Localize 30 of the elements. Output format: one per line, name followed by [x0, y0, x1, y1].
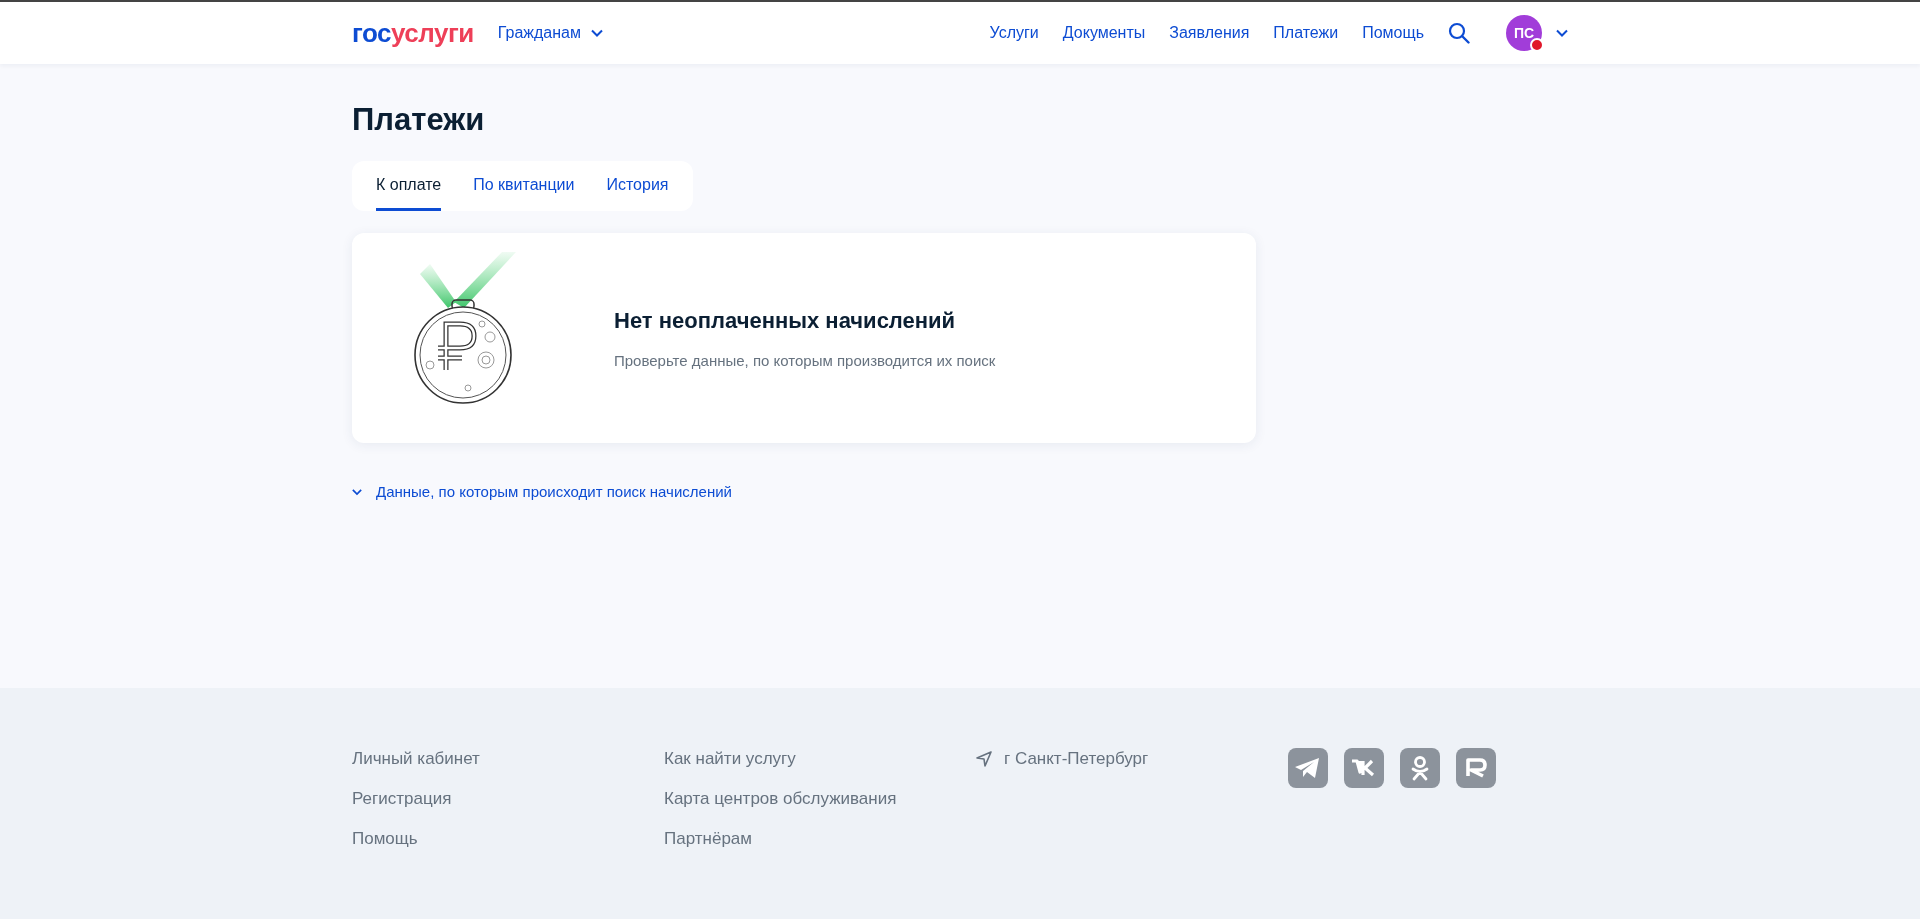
details-toggle[interactable]: Данные, по которым происходит поиск начислений	[352, 483, 732, 500]
logo[interactable]: госуслуги	[352, 17, 474, 49]
location-arrow-icon	[976, 751, 992, 767]
footer-link[interactable]: Регистрация	[352, 788, 452, 810]
nav-link[interactable]: Заявления	[1169, 24, 1250, 42]
footer-link[interactable]: Партнёрам	[664, 828, 752, 850]
page-title: Платежи	[352, 102, 486, 138]
social-button[interactable]	[1456, 748, 1496, 788]
footer-link[interactable]: Как найти услугу	[664, 748, 796, 770]
location-button[interactable]: г Санкт-Петербург	[976, 748, 1149, 770]
nav-link[interactable]: Документы	[1062, 24, 1146, 42]
search-button[interactable]	[1448, 22, 1470, 44]
social-button[interactable]	[1400, 748, 1440, 788]
social-button[interactable]	[1344, 748, 1384, 788]
caret-icon	[1556, 29, 1568, 37]
empty-state-title: Нет неоплаченных начислений	[614, 307, 957, 334]
search-icon	[1448, 22, 1470, 44]
footer-link[interactable]: Помощь	[352, 828, 418, 850]
audience-dropdown[interactable]: Гражданам	[497, 24, 603, 42]
footer-link[interactable]: Карта центров обслуживания	[664, 788, 897, 810]
footer-link[interactable]: Личный кабинет	[352, 748, 480, 770]
social-button[interactable]	[1288, 748, 1328, 788]
nav-link[interactable]: Платежи	[1273, 24, 1339, 42]
tab[interactable]: История	[606, 161, 669, 211]
empty-state-text: Проверьте данные, по которым производится их поиск	[614, 351, 996, 369]
tab[interactable]: По квитанции	[473, 161, 575, 211]
nav-link[interactable]: Помощь	[1362, 24, 1424, 42]
nav-link[interactable]: Услуги	[989, 24, 1039, 42]
avatar-button[interactable]: ПС	[1506, 15, 1542, 51]
tab[interactable]: К оплате	[376, 161, 442, 211]
